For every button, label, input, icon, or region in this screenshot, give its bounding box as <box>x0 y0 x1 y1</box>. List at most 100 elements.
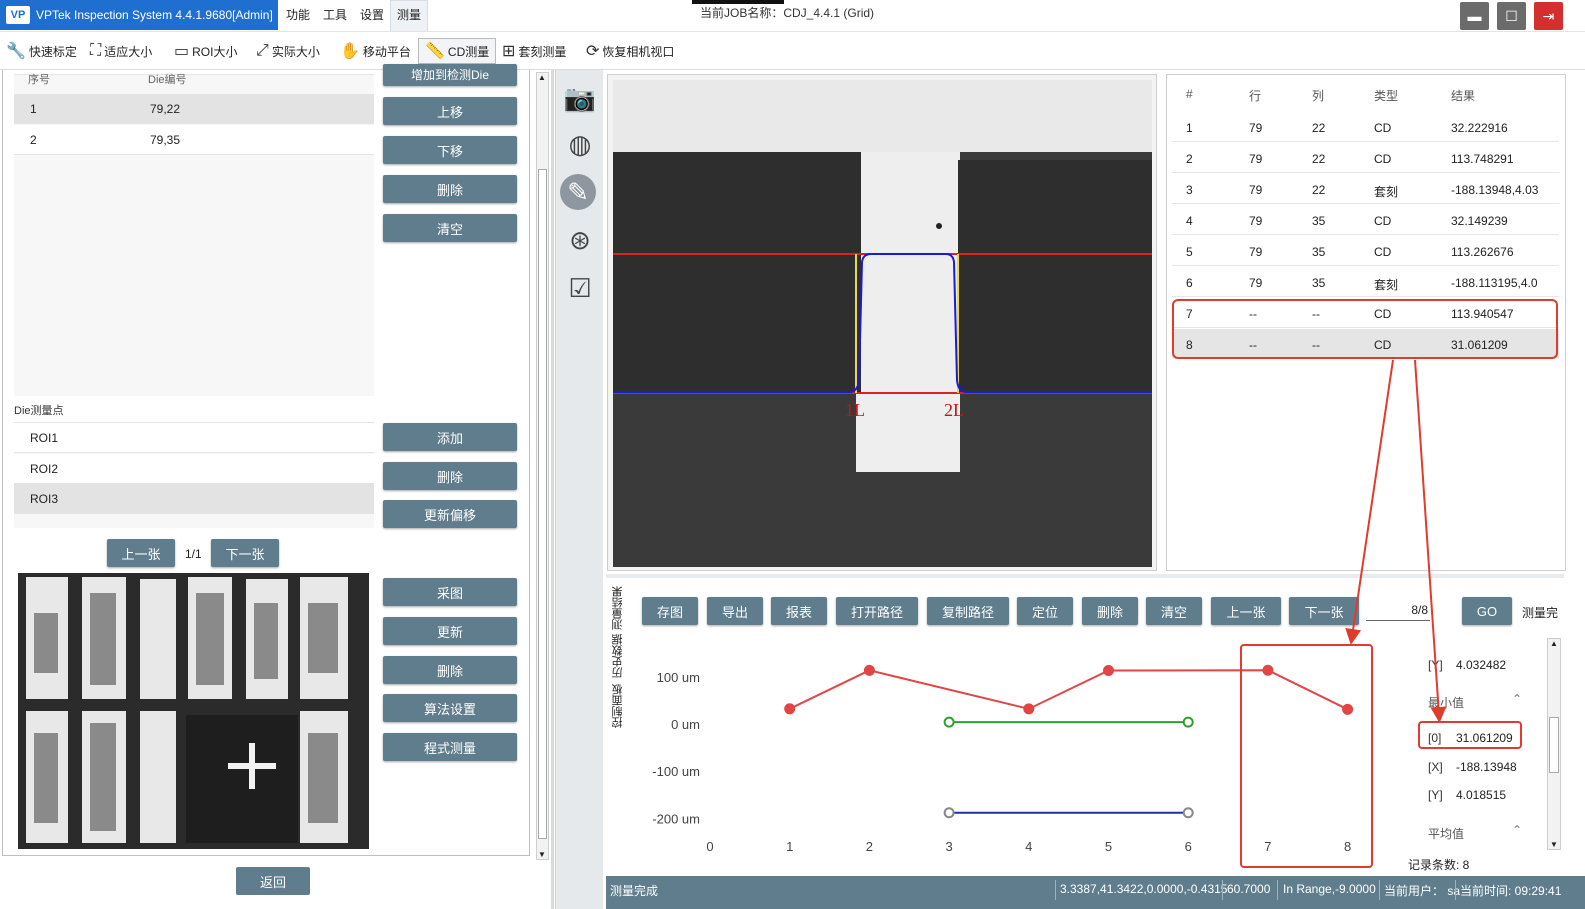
scroll-down-icon[interactable]: ▼ <box>538 850 546 859</box>
status-time: 当前时间: 09:29:41 <box>1460 884 1562 898</box>
chevron-up-icon[interactable]: ⌃ <box>1512 823 1522 837</box>
die-row-1[interactable]: 1 79,22 <box>14 94 374 124</box>
ruler-tool-icon[interactable]: ✎ <box>560 174 596 210</box>
scroll-down-icon[interactable]: ▼ <box>1550 840 1558 849</box>
roi-row-3[interactable]: ROI3 <box>14 484 374 514</box>
status-separator <box>1455 880 1456 900</box>
data-point <box>1182 807 1194 819</box>
actual-size-button[interactable]: ⤢ 实际大小 <box>256 38 320 64</box>
result-row[interactable]: 3 79 22 套刻 -188.13948,4.03 <box>1172 174 1559 204</box>
quick-calibrate-button[interactable]: 🔧 快速标定 <box>6 38 77 64</box>
algorithm-settings-button[interactable]: 算法设置 <box>383 694 517 722</box>
report-button[interactable]: 报表 <box>771 597 827 625</box>
result-cell: 79 <box>1249 183 1263 197</box>
overlay-measure-button[interactable]: ⊞ 套刻测量 <box>502 38 566 64</box>
result-row[interactable]: 6 79 35 套刻 -188.113195,4.0 <box>1172 267 1559 297</box>
camera-icon[interactable]: 📷 <box>562 80 598 116</box>
clear-die-button[interactable]: 清空 <box>383 214 517 242</box>
plus-box-icon: ⊞ <box>502 43 516 60</box>
chevron-up-icon[interactable]: ⌃ <box>1512 692 1522 706</box>
locate-button[interactable]: 定位 <box>1017 597 1073 625</box>
roi-row-label: ROI3 <box>30 491 59 506</box>
update-button[interactable]: 更新 <box>383 617 517 645</box>
scroll-up-icon[interactable]: ▲ <box>538 73 546 82</box>
scroll-up-icon[interactable]: ▲ <box>1550 639 1558 648</box>
clear-result-button[interactable]: 清空 <box>1146 597 1202 625</box>
left-scrollbar-thumb[interactable] <box>538 169 547 839</box>
left-scrollbar[interactable]: ▲ ▼ <box>536 72 549 860</box>
roi-row-1[interactable]: ROI1 <box>14 423 374 453</box>
roi-row-label: ROI2 <box>30 461 59 476</box>
result-cell: 1 <box>1186 121 1193 135</box>
add-to-check-die-button[interactable]: 增加到检测Die <box>383 64 517 86</box>
open-path-button[interactable]: 打开路径 <box>836 597 918 625</box>
capture-button[interactable]: 采图 <box>383 578 517 606</box>
result-row[interactable]: 4 79 35 CD 32.149239 <box>1172 205 1559 235</box>
result-cell: CD <box>1374 214 1392 228</box>
prev-result-button[interactable]: 上一张 <box>1211 597 1281 625</box>
restore-camera-button[interactable]: ⟳ 恢复相机视口 <box>586 38 674 64</box>
move-down-button[interactable]: 下移 <box>383 136 517 164</box>
delete-roi-button[interactable]: 删除 <box>383 462 517 490</box>
fit-screen-icon: ⛶ <box>90 42 102 59</box>
status-separator <box>1222 880 1223 900</box>
avg-value-label: 平均值 <box>1428 827 1465 841</box>
hand-icon: ✋ <box>340 43 360 60</box>
exit-button[interactable]: ⇥ <box>1534 2 1563 30</box>
die-row-2[interactable]: 2 79,35 <box>14 125 374 155</box>
grid-icon[interactable]: ◍ <box>562 126 598 162</box>
delete-result-button[interactable]: 删除 <box>1082 597 1138 625</box>
back-button[interactable]: 返回 <box>236 867 310 895</box>
result-cell: 5 <box>1186 245 1193 259</box>
result-cell: 4 <box>1186 214 1193 228</box>
prev-image-button[interactable]: 上一张 <box>107 539 175 567</box>
measure-status-text: 测量完 <box>1522 606 1559 620</box>
restore-camera-label: 恢复相机视口 <box>602 44 675 59</box>
maximize-button[interactable]: ☐ <box>1497 2 1526 30</box>
quick-calibrate-label: 快速标定 <box>28 44 77 59</box>
result-cell: 79 <box>1249 121 1263 135</box>
roi-size-button[interactable]: ▭ ROI大小 <box>174 38 237 64</box>
y-tick-label: -200 um <box>652 811 700 826</box>
minimize-button[interactable]: ▬ <box>1460 2 1489 30</box>
delete-image-button[interactable]: 删除 <box>383 656 517 684</box>
die-col-index: 序号 <box>28 74 50 86</box>
checklist-icon[interactable]: ☑ <box>562 270 598 306</box>
fit-size-button[interactable]: ⛶ 适应大小 <box>90 38 152 64</box>
menu-function[interactable]: 功能 <box>286 6 310 23</box>
delete-die-button[interactable]: 删除 <box>383 175 517 203</box>
go-button[interactable]: GO <box>1462 597 1512 625</box>
result-row[interactable]: 1 79 22 CD 32.222916 <box>1172 112 1559 142</box>
data-point <box>1182 716 1194 728</box>
copy-path-button[interactable]: 复制路径 <box>927 597 1009 625</box>
cd-measure-button[interactable]: 📏 CD测量 <box>418 38 497 64</box>
roi-row-2[interactable]: ROI2 <box>14 454 374 484</box>
result-cell: 35 <box>1312 214 1326 228</box>
menu-settings[interactable]: 设置 <box>360 6 384 23</box>
program-measure-button[interactable]: 程式测量 <box>383 733 517 761</box>
stats-scrollbar[interactable]: ▲ ▼ <box>1547 638 1561 850</box>
add-roi-button[interactable]: 添加 <box>383 423 517 451</box>
wafer-thumbnail[interactable] <box>18 573 369 849</box>
menu-tools[interactable]: 工具 <box>323 6 347 23</box>
image-view[interactable]: 1L 2L <box>613 80 1152 567</box>
stats-scrollbar-thumb[interactable] <box>1549 717 1559 773</box>
fit-size-label: 适应大小 <box>104 44 153 59</box>
result-row[interactable]: 5 79 35 CD 113.262676 <box>1172 236 1559 266</box>
export-button[interactable]: 导出 <box>707 597 763 625</box>
update-offset-button[interactable]: 更新偏移 <box>383 500 517 528</box>
save-image-button[interactable]: 存图 <box>642 597 698 625</box>
move-up-button[interactable]: 上移 <box>383 97 517 125</box>
menu-measure[interactable]: 测量 <box>397 6 421 23</box>
next-image-button[interactable]: 下一张 <box>211 539 279 567</box>
roi-rect-icon: ▭ <box>174 43 190 60</box>
main-toolbar: 🔧 快速标定 ⛶ 适应大小 ▭ ROI大小 ⤢ 实际大小 ✋ 移动平台 📏 CD测量 ⊞ 套刻… <box>0 32 1585 70</box>
tab-measure-results[interactable]: 测量结果 <box>610 585 628 631</box>
panel-divider[interactable] <box>551 70 554 909</box>
result-row[interactable]: 2 79 22 CD 113.748291 <box>1172 143 1559 173</box>
x-tick-label: 5 <box>1105 839 1112 854</box>
result-cell: 套刻 <box>1374 185 1399 199</box>
target-icon[interactable]: ⊛ <box>562 222 598 258</box>
result-cell: 79 <box>1249 214 1263 228</box>
move-stage-button[interactable]: ✋ 移动平台 <box>340 38 411 64</box>
